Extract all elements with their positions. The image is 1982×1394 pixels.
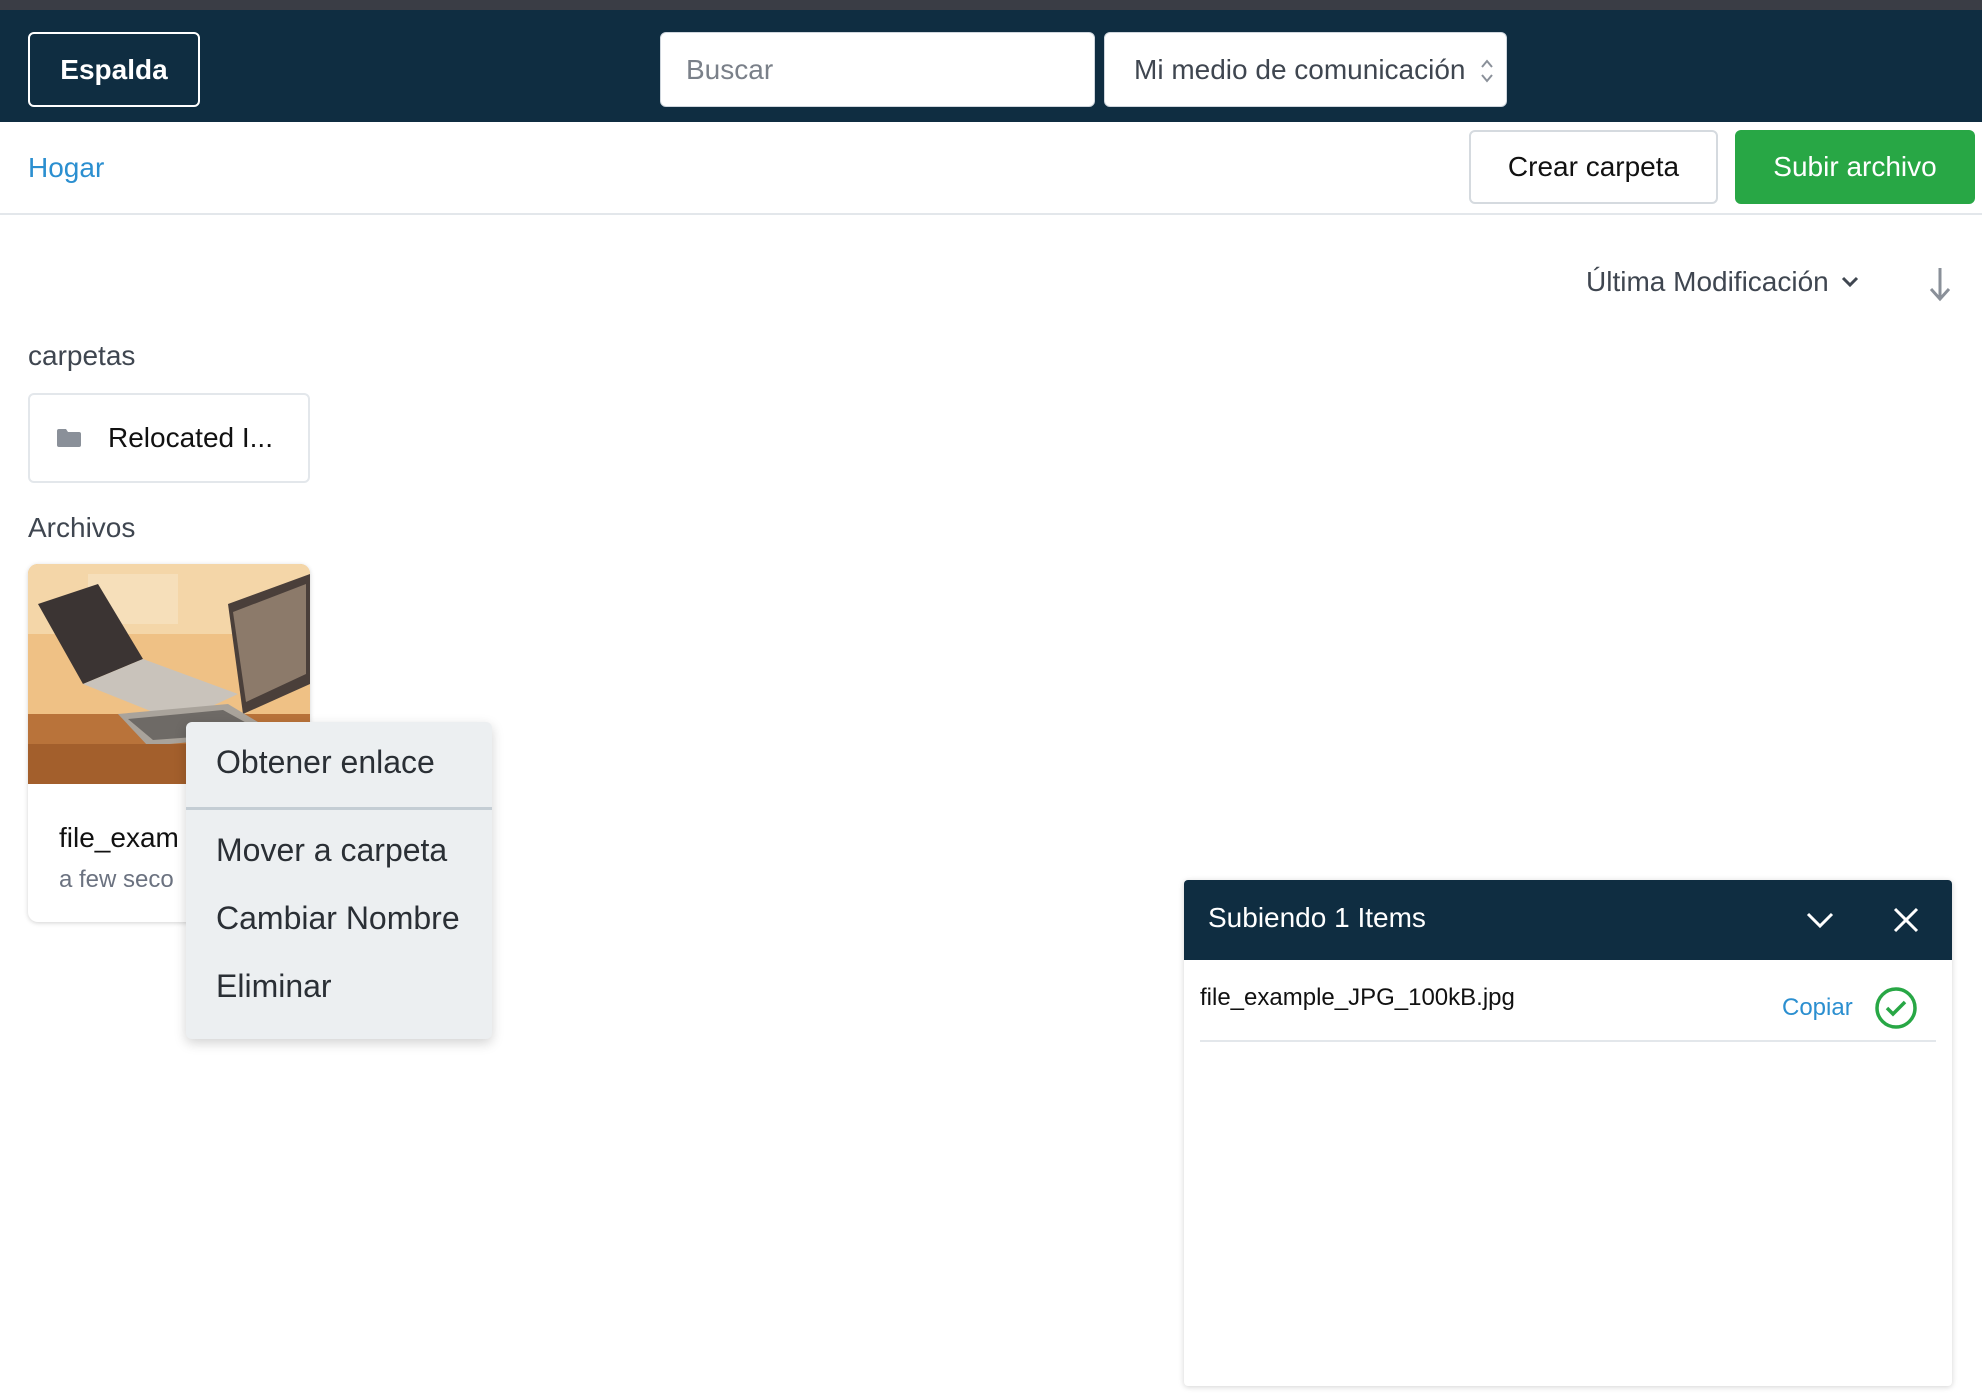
back-button[interactable]: Espalda <box>28 32 200 107</box>
select-arrows-icon <box>1481 59 1493 83</box>
close-icon[interactable] <box>1888 902 1924 938</box>
create-folder-button[interactable]: Crear carpeta <box>1469 130 1718 204</box>
file-name: file_exam <box>59 822 179 853</box>
upload-file-name: file_example_JPG_100kB.jpg <box>1200 984 1515 1011</box>
media-select-value: Mi medio de comunicación <box>1134 53 1466 85</box>
folder-card[interactable]: Relocated I... <box>28 393 310 483</box>
files-section-label: Archivos <box>28 512 136 543</box>
folder-name: Relocated I... <box>108 422 273 453</box>
upload-file-button[interactable]: Subir archivo <box>1735 130 1975 204</box>
folder-icon <box>57 429 81 447</box>
menu-item-delete[interactable]: Eliminar <box>216 968 332 1005</box>
top-bar: Espalda Mi medio de comunicación <box>0 10 1982 122</box>
copy-link-button[interactable]: Copiar <box>1782 994 1853 1022</box>
breadcrumb-home[interactable]: Hogar <box>28 152 104 184</box>
file-modified-time: a few seco <box>59 866 174 893</box>
upload-panel-title: Subiendo 1 Items <box>1208 902 1426 933</box>
app-page: Espalda Mi medio de comunicación Hogar C… <box>0 10 1982 1394</box>
search-input[interactable] <box>660 32 1095 107</box>
sort-label: Última Modificación <box>1586 266 1829 297</box>
folders-section-label: carpetas <box>28 340 136 371</box>
check-circle-icon <box>1875 987 1917 1029</box>
upload-progress-panel: Subiendo 1 Items file_example_JPG_100kB.… <box>1184 880 1952 1386</box>
media-select[interactable]: Mi medio de comunicación <box>1104 32 1507 107</box>
sort-direction-arrow-down-icon[interactable] <box>1924 264 1956 304</box>
breadcrumb-bar: Hogar Crear carpeta Subir archivo <box>0 122 1982 215</box>
menu-item-rename[interactable]: Cambiar Nombre <box>216 900 460 937</box>
file-context-menu: Obtener enlace Mover a carpeta Cambiar N… <box>186 722 492 1039</box>
upload-item-row: file_example_JPG_100kB.jpg Copiar <box>1200 960 1936 1042</box>
menu-item-move-to-folder[interactable]: Mover a carpeta <box>216 832 447 869</box>
menu-item-get-link[interactable]: Obtener enlace <box>216 744 435 781</box>
collapse-chevron-down-icon[interactable] <box>1802 902 1838 938</box>
upload-panel-header: Subiendo 1 Items <box>1184 880 1952 960</box>
chevron-down-icon <box>1841 276 1858 288</box>
sort-dropdown[interactable]: Última Modificación <box>1586 264 1861 300</box>
menu-divider <box>186 807 492 810</box>
